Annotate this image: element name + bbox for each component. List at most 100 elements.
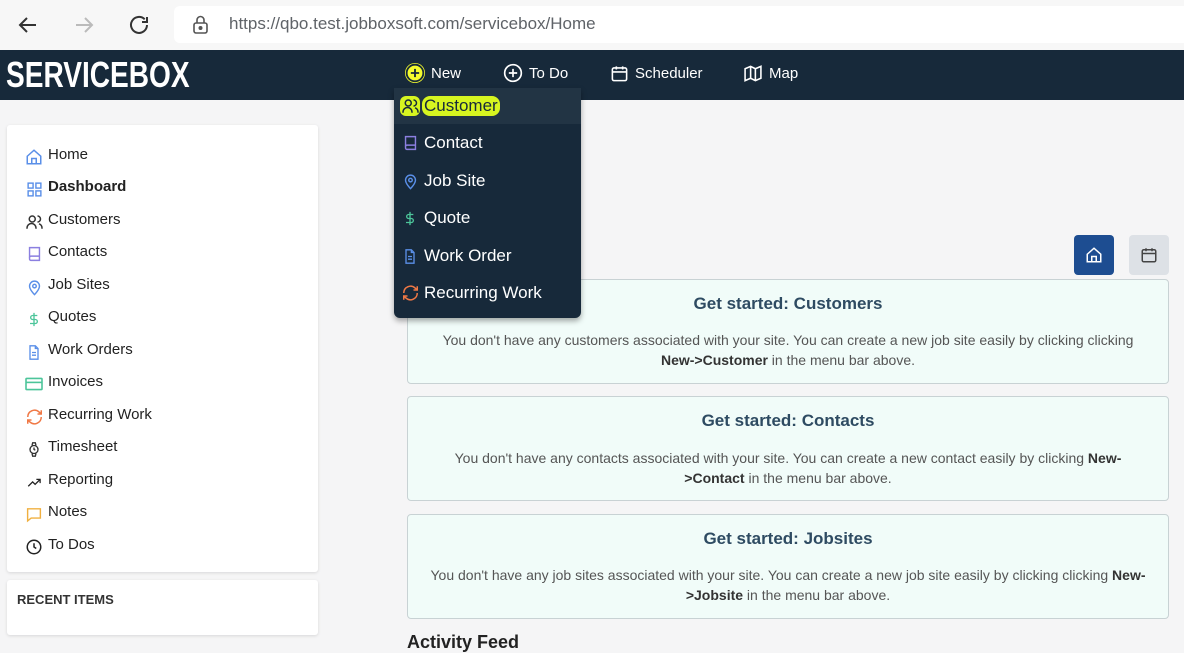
sidebar-item-customers[interactable]: Customers — [24, 206, 121, 232]
sidebar-item-work-orders[interactable]: Work Orders — [24, 336, 133, 362]
menu-item-quote[interactable]: Quote — [394, 200, 581, 236]
sidebar-item-label: Home — [48, 145, 89, 163]
get-started-contacts-card: Get started: Contacts You don't have any… — [407, 396, 1169, 501]
nav-scheduler[interactable]: Scheduler — [610, 50, 703, 96]
card-body: You don't have any customers associated … — [428, 330, 1148, 370]
watch-icon — [24, 439, 44, 459]
sidebar-item-label: Customers — [48, 210, 121, 228]
lock-icon — [192, 15, 209, 38]
sidebar-item-reporting[interactable]: Reporting — [24, 466, 113, 492]
calendar-view-button[interactable] — [1129, 235, 1169, 275]
sidebar-item-label: Notes — [48, 502, 88, 520]
nav-new-label: New — [431, 64, 462, 82]
home-icon — [1086, 247, 1102, 263]
credit-card-icon — [24, 374, 44, 394]
sidebar-item-label: Timesheet — [48, 437, 118, 455]
calendar-icon — [1141, 248, 1157, 263]
nav-todo-label: To Do — [529, 64, 569, 82]
sidebar-item-label: Quotes — [48, 307, 97, 325]
grid-icon — [24, 179, 44, 199]
menu-item-contact[interactable]: Contact — [394, 125, 581, 161]
url-text: https://qbo.test.jobboxsoft.com/serviceb… — [229, 14, 596, 33]
servicebox-logo[interactable]: SERVICEBOX — [6, 55, 190, 95]
menu-item-label: Work Order — [424, 246, 512, 265]
back-button[interactable] — [14, 11, 42, 39]
sidebar-item-label: Invoices — [48, 372, 104, 390]
card-text: in the menu bar above. — [744, 470, 892, 486]
book-icon — [24, 244, 44, 264]
address-bar[interactable]: https://qbo.test.jobboxsoft.com/serviceb… — [174, 6, 1184, 43]
nav-map-label: Map — [769, 64, 799, 82]
calendar-icon — [611, 65, 628, 81]
browser-toolbar: https://qbo.test.jobboxsoft.com/serviceb… — [0, 0, 1184, 51]
sidebar-item-dashboard[interactable]: Dashboard — [24, 173, 126, 199]
menu-item-label: Customer — [422, 96, 500, 116]
sidebar-item-label: To Dos — [48, 535, 95, 553]
card-text: You don't have any contacts associated w… — [454, 450, 1088, 466]
book-icon — [400, 133, 420, 153]
card-text: You don't have any customers associated … — [442, 332, 1134, 348]
menu-item-work-order[interactable]: Work Order — [394, 238, 581, 274]
file-text-icon — [400, 246, 420, 266]
sidebar-item-contacts[interactable]: Contacts — [24, 238, 107, 264]
menu-item-customer[interactable]: Customer — [394, 88, 581, 124]
card-title: Get started: Contacts — [701, 411, 875, 430]
sidebar-item-label: Job Sites — [48, 275, 110, 293]
refresh-icon — [130, 15, 148, 34]
home-view-button[interactable] — [1074, 235, 1114, 275]
sidebar-item-invoices[interactable]: Invoices — [24, 368, 103, 394]
sidebar-item-label: Reporting — [48, 470, 114, 488]
nav-map[interactable]: Map — [743, 50, 798, 96]
sidebar-item-home[interactable]: Home — [24, 141, 88, 167]
dollar-icon — [400, 208, 420, 228]
message-square-icon — [24, 504, 44, 524]
recent-items-panel: RECENT ITEMS — [7, 580, 318, 635]
card-bold-text: New->Customer — [660, 352, 768, 368]
card-text: in the menu bar above. — [767, 352, 916, 368]
card-title: Get started: Jobsites — [703, 529, 873, 548]
map-pin-icon — [24, 277, 44, 297]
refresh-icon — [400, 283, 420, 303]
trending-up-icon — [24, 472, 44, 492]
app-header: SERVICEBOX New To Do Scheduler Map — [0, 50, 1184, 100]
menu-item-label: Job Site — [424, 171, 486, 190]
menu-item-label: Recurring Work — [424, 283, 542, 302]
arrow-right-icon — [76, 17, 94, 33]
sidebar-item-timesheet[interactable]: Timesheet — [24, 433, 117, 459]
sidebar-item-label: Dashboard — [48, 177, 127, 195]
sidebar-item-label: Recurring Work — [48, 405, 152, 423]
new-dropdown-menu: Customer Contact Job Site Quote Work Ord… — [394, 88, 581, 318]
recent-items-title: RECENT ITEMS — [17, 592, 114, 607]
users-icon — [400, 96, 420, 116]
sidebar-item-label: Work Orders — [48, 340, 133, 358]
card-body: You don't have any contacts associated w… — [428, 448, 1148, 488]
forward-button[interactable] — [70, 11, 98, 39]
dollar-icon — [24, 309, 44, 329]
plus-circle-icon — [405, 63, 425, 83]
menu-item-recurring-work[interactable]: Recurring Work — [394, 275, 581, 311]
reload-button[interactable] — [125, 11, 153, 39]
file-text-icon — [24, 342, 44, 362]
sidebar-item-job-sites[interactable]: Job Sites — [24, 271, 110, 297]
menu-item-label: Quote — [424, 208, 471, 227]
get-started-jobsites-card: Get started: Jobsites You don't have any… — [407, 514, 1169, 619]
sidebar-item-label: Contacts — [48, 242, 108, 260]
refresh-icon — [24, 407, 44, 427]
home-icon — [24, 147, 44, 167]
sidebar: Home Dashboard Customers Contacts Job Si… — [7, 125, 318, 572]
map-icon — [744, 64, 762, 82]
activity-feed-title: Activity Feed — [407, 632, 520, 652]
plus-circle-icon — [503, 63, 523, 83]
menu-item-label: Contact — [424, 133, 483, 152]
sidebar-item-todos[interactable]: To Dos — [24, 531, 95, 557]
menu-item-job-site[interactable]: Job Site — [394, 163, 581, 199]
sidebar-item-quotes[interactable]: Quotes — [24, 303, 96, 329]
sidebar-item-recurring-work[interactable]: Recurring Work — [24, 401, 152, 427]
clock-icon — [24, 537, 44, 557]
sidebar-item-notes[interactable]: Notes — [24, 498, 87, 524]
map-pin-icon — [400, 171, 420, 191]
nav-scheduler-label: Scheduler — [635, 64, 703, 82]
card-text: You don't have any job sites associated … — [430, 567, 1113, 583]
users-icon — [24, 212, 44, 232]
arrow-left-icon — [18, 17, 36, 33]
